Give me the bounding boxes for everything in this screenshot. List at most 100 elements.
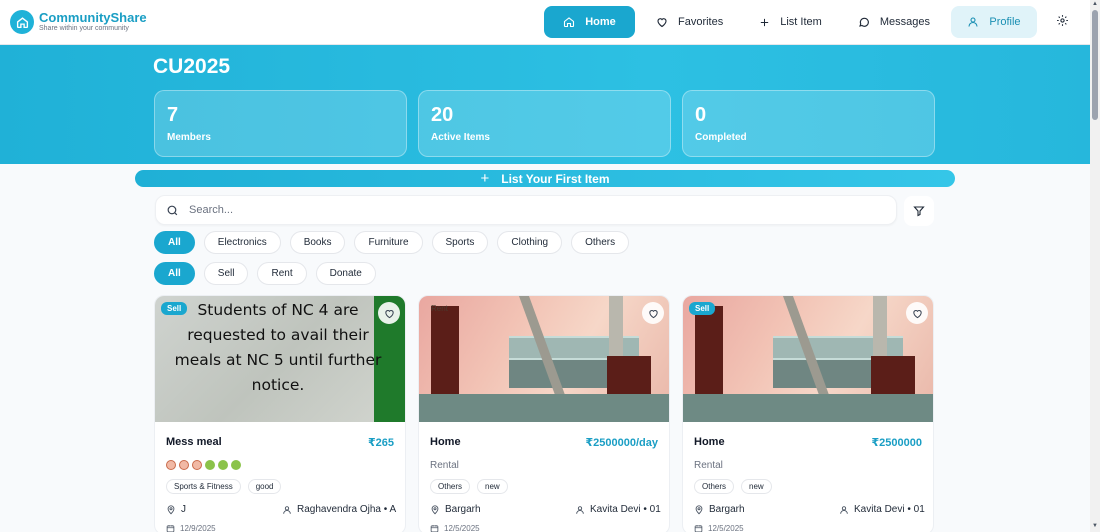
item-subtitle: Rental — [694, 460, 723, 471]
home-icon — [564, 17, 575, 28]
type-chip-sell[interactable]: Sell — [203, 262, 249, 285]
map-pin-icon — [167, 504, 175, 514]
category-chip-furniture[interactable]: Furniture — [354, 231, 423, 254]
item-image: Rent — [419, 296, 669, 422]
category-chip-books[interactable]: Books — [289, 231, 346, 254]
stat-value: 7 — [167, 104, 179, 126]
apple-emoji-icon — [231, 460, 241, 470]
item-price: ₹2500000/day — [585, 437, 659, 449]
brand-name: CommunityShare — [39, 10, 147, 25]
listing-type-filters: All Sell Rent Donate — [154, 262, 385, 285]
chat-icon — [858, 17, 869, 27]
owner-text: Raghavendra Ojha • A — [297, 504, 397, 515]
favorite-button[interactable] — [906, 302, 928, 324]
heart-icon — [648, 309, 658, 318]
item-card[interactable]: Rent Home ₹2500000/day Rental Others new… — [418, 295, 670, 532]
favorite-button[interactable] — [378, 302, 400, 324]
type-chip-rent[interactable]: Rent — [257, 262, 307, 285]
item-card[interactable]: Students of NC 4 are requested to avail … — [154, 295, 406, 532]
search-input[interactable] — [189, 204, 869, 216]
tag: new — [741, 479, 772, 494]
plus-icon: + — [480, 170, 490, 187]
item-title: Home — [430, 436, 461, 448]
nav-favorites[interactable]: Favorites — [641, 6, 738, 38]
main-nav: Home Favorites List Item Messages Profil… — [544, 6, 1043, 38]
calendar-icon — [166, 525, 175, 532]
map-pin-icon — [695, 504, 703, 514]
nav-messages[interactable]: Messages — [843, 6, 945, 38]
item-location: Bargarh — [694, 504, 745, 515]
gear-icon — [1057, 15, 1068, 26]
top-header: CommunityShare Share within your communi… — [0, 0, 1090, 45]
tag: Others — [694, 479, 735, 494]
item-tags: Others new — [694, 479, 779, 494]
emoji-row — [166, 460, 244, 470]
item-tags: Others new — [430, 479, 515, 494]
settings-button[interactable] — [1056, 14, 1069, 32]
heart-icon — [657, 18, 667, 28]
stat-members: 7 Members — [154, 90, 407, 157]
category-chip-electronics[interactable]: Electronics — [203, 231, 281, 254]
apple-emoji-icon — [218, 460, 228, 470]
apple-emoji-icon — [205, 460, 215, 470]
date-text: 12/5/2025 — [444, 524, 480, 532]
nav-list-item-label: List Item — [780, 16, 822, 28]
notice-text: Students of NC 4 are requested to avail … — [174, 301, 382, 394]
community-title: CU2025 — [153, 55, 231, 78]
item-owner: Kavita Devi • 01 — [839, 504, 925, 515]
item-card[interactable]: Sell Home ₹2500000 Rental Others new Bar… — [682, 295, 934, 532]
listing-badge: Sell — [161, 302, 188, 315]
heart-icon — [912, 309, 922, 318]
category-chip-sports[interactable]: Sports — [431, 231, 489, 254]
filter-button[interactable] — [904, 196, 934, 226]
stat-value: 0 — [695, 104, 707, 126]
nav-profile-label: Profile — [989, 16, 1021, 28]
nav-profile[interactable]: Profile — [950, 6, 1037, 38]
list-first-item-button[interactable]: + List Your First Item — [135, 170, 955, 187]
search-icon — [167, 205, 178, 215]
category-chip-others[interactable]: Others — [571, 231, 630, 254]
scroll-up-arrow-icon[interactable]: ▲ — [1092, 1, 1098, 7]
type-chip-donate[interactable]: Donate — [315, 262, 376, 285]
plus-icon — [761, 18, 769, 26]
item-owner: Raghavendra Ojha • A — [282, 504, 396, 515]
stat-value: 20 — [431, 104, 454, 126]
user-icon — [576, 505, 584, 514]
item-image: Students of NC 4 are requested to avail … — [155, 296, 405, 422]
item-owner: Kavita Devi • 01 — [575, 504, 661, 515]
location-text: Bargarh — [709, 504, 745, 515]
calendar-icon — [430, 525, 439, 532]
brand[interactable]: CommunityShare Share within your communi… — [10, 10, 147, 34]
item-price: ₹2500000 — [871, 437, 922, 449]
owner-text: Kavita Devi • 01 — [590, 504, 661, 515]
user-icon — [968, 17, 978, 27]
stat-label: Members — [167, 132, 211, 143]
food-emoji-icon — [179, 460, 189, 470]
calendar-icon — [694, 525, 703, 532]
scroll-down-arrow-icon[interactable]: ▼ — [1092, 523, 1098, 529]
date-text: 12/9/2025 — [180, 524, 216, 532]
category-chip-clothing[interactable]: Clothing — [497, 231, 563, 254]
nav-home-label: Home — [585, 16, 616, 28]
item-image: Sell — [683, 296, 933, 422]
brand-tagline: Share within your community — [39, 25, 129, 32]
user-icon — [840, 505, 848, 514]
nav-favorites-label: Favorites — [678, 16, 724, 28]
item-location: Bargarh — [430, 504, 481, 515]
scroll-thumb[interactable] — [1092, 10, 1098, 120]
tag: Sports & Fitness — [166, 479, 241, 494]
location-text: Bargarh — [445, 504, 481, 515]
list-first-item-label: List Your First Item — [501, 171, 610, 186]
favorite-button[interactable] — [642, 302, 664, 324]
user-icon — [283, 505, 291, 514]
category-chip-all[interactable]: All — [154, 231, 195, 254]
nav-list-item[interactable]: List Item — [744, 6, 837, 38]
type-chip-all[interactable]: All — [154, 262, 195, 285]
community-hero: CU2025 7 Members 20 Active Items 0 Compl… — [0, 45, 1090, 164]
search-bar — [155, 195, 897, 225]
item-date: 12/5/2025 — [430, 524, 480, 532]
item-location: J — [166, 504, 186, 515]
nav-home[interactable]: Home — [544, 6, 635, 38]
category-filters: All Electronics Books Furniture Sports C… — [154, 231, 638, 254]
page-scrollbar[interactable]: ▲ ▼ — [1090, 0, 1100, 532]
